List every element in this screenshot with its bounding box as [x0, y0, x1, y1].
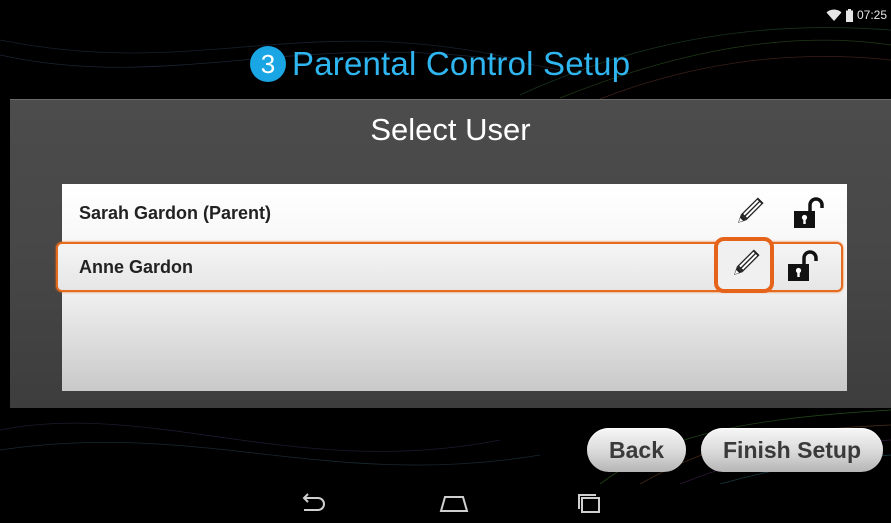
home-icon[interactable]: [437, 492, 471, 514]
recent-apps-icon[interactable]: [572, 492, 606, 514]
system-nav-bar: [0, 484, 891, 523]
back-button[interactable]: Back: [587, 428, 686, 472]
lock-toggle-button[interactable]: [780, 244, 824, 288]
action-bar: Back Finish Setup: [0, 408, 891, 484]
step-number-badge: 3: [250, 46, 286, 82]
title-group: 3 Parental Control Setup: [250, 44, 630, 84]
edit-user-button[interactable]: [714, 237, 774, 293]
unlocked-padlock-icon: [788, 250, 818, 281]
page-title: Parental Control Setup: [292, 45, 631, 82]
unlocked-padlock-icon: [794, 197, 824, 228]
panel-heading: Select User: [370, 112, 531, 147]
list-item-selected[interactable]: Anne Gardon: [56, 237, 843, 293]
battery-icon: [845, 8, 853, 22]
user-list: Sarah Gardon (Parent) Anne Gardon: [56, 184, 847, 391]
wifi-icon: [826, 9, 842, 21]
lock-toggle-button[interactable]: [786, 191, 830, 235]
pencil-icon: [734, 249, 760, 275]
app-screen: 07:25 3 Parental Control Setup Select Us…: [0, 0, 891, 523]
status-bar: 07:25: [826, 6, 887, 24]
status-time: 07:25: [856, 8, 887, 22]
edit-user-button[interactable]: [726, 191, 770, 235]
finish-setup-button[interactable]: Finish Setup: [701, 428, 883, 472]
list-item[interactable]: Sarah Gardon (Parent): [62, 188, 847, 238]
select-user-panel: Select User Sarah Gardon (Parent) Anne G…: [10, 99, 891, 408]
back-arrow-icon[interactable]: [296, 492, 330, 514]
user-name: Anne Gardon: [79, 256, 194, 277]
setup-header: 3 Parental Control Setup: [0, 28, 891, 100]
pencil-icon: [738, 197, 764, 223]
user-name: Sarah Gardon (Parent): [79, 202, 272, 223]
